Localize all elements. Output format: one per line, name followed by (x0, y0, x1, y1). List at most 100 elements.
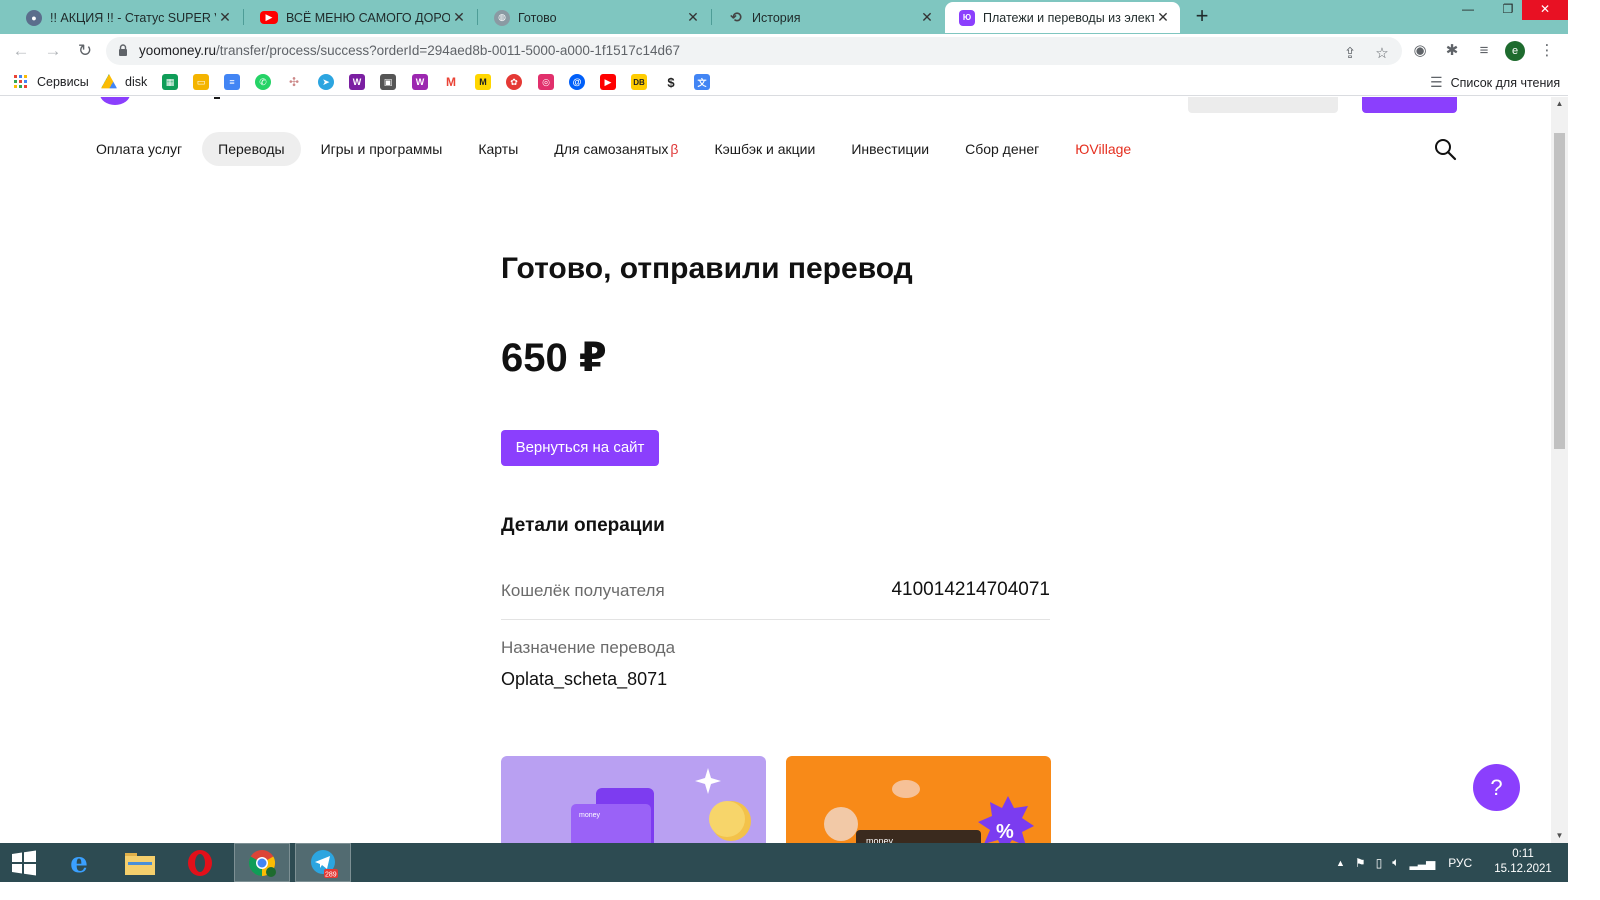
close-tab-icon[interactable]: ✕ (450, 9, 468, 26)
page-scrollbar[interactable]: ▲ ▼ (1551, 97, 1568, 843)
bookmark-red[interactable]: ✿ (506, 74, 522, 90)
tab-title: !! АКЦИЯ !! - Статус SUPER VIP с (50, 10, 216, 25)
media-control-icon[interactable]: ≡ (1474, 41, 1494, 61)
browser-tab[interactable]: ◍ Готово ✕ (480, 2, 710, 33)
search-icon[interactable] (1433, 137, 1457, 161)
back-arrow-icon[interactable]: ← (10, 40, 32, 62)
file-explorer-app[interactable] (116, 843, 164, 882)
bookmark-translate[interactable]: 文 (694, 74, 710, 90)
browser-tab[interactable]: ⟲ История ✕ (714, 2, 944, 33)
volume-icon[interactable]: 🔈︎ (1392, 855, 1399, 870)
show-hidden-icons-icon[interactable]: ▲ (1336, 858, 1345, 868)
url-path: /transfer/process/success?orderId=294aed… (216, 43, 680, 58)
nav-item-yuvillage[interactable]: ЮVillage (1059, 132, 1147, 166)
bookmark-wildberries[interactable]: W (349, 74, 365, 90)
nav-item-games[interactable]: Игры и программы (305, 132, 459, 166)
bookmark-youtube[interactable]: ▶ (600, 74, 616, 90)
back-to-site-button[interactable]: Вернуться на сайт (501, 430, 659, 466)
nav-item-transfers[interactable]: Переводы (202, 132, 301, 166)
beta-badge: β (670, 141, 679, 157)
scroll-down-icon[interactable]: ▼ (1551, 829, 1568, 843)
nav-item-fundraising[interactable]: Сбор денег (949, 132, 1055, 166)
bookmark-dollar[interactable]: $ (663, 74, 679, 90)
promo-brand-text: money (866, 836, 894, 843)
chrome-app[interactable] (234, 843, 290, 882)
nav-item-self-employed[interactable]: Для самозанятых β (538, 132, 694, 166)
bookmark-instagram[interactable]: ◎ (538, 74, 554, 90)
reload-icon[interactable]: ↻ (74, 40, 96, 62)
scroll-up-icon[interactable]: ▲ (1551, 97, 1568, 111)
internet-explorer-app[interactable]: e (56, 843, 102, 882)
clock-date: 15.12.2021 (1494, 863, 1552, 875)
yoomoney-favicon-icon: Ю (959, 9, 975, 26)
close-tab-icon[interactable]: ✕ (684, 9, 702, 26)
instagram-icon: ◎ (538, 74, 554, 90)
url-text: yoomoney.ru/transfer/process/success?ord… (139, 43, 680, 58)
browser-menu-icon[interactable]: ⋮ (1537, 41, 1557, 61)
profile-avatar[interactable]: e (1505, 41, 1525, 61)
share-icon[interactable]: ⇪ (1340, 44, 1360, 64)
taskbar-clock[interactable]: 0:11 15.12.2021 (1490, 847, 1556, 877)
apps-grid-icon (14, 75, 27, 88)
reading-list-button[interactable]: ☰ Список для чтения (1430, 74, 1560, 91)
scrollbar-thumb[interactable] (1554, 133, 1565, 449)
header-secondary-button[interactable] (1188, 97, 1338, 113)
extension-icon[interactable]: ◉ (1410, 41, 1430, 61)
bookmark-mail[interactable]: @ (569, 74, 585, 90)
promo-card-wallet[interactable]: money (501, 756, 766, 843)
minimize-window-icon[interactable]: — (1448, 0, 1488, 20)
input-language[interactable]: РУС (1448, 856, 1472, 870)
bookmark-db[interactable]: DB (631, 74, 647, 90)
m-brand-icon: M (475, 74, 491, 90)
battery-icon[interactable]: ▯ (1376, 856, 1383, 870)
extensions-puzzle-icon[interactable]: ✱ (1442, 41, 1462, 61)
opera-app[interactable] (176, 843, 224, 882)
tab-title: ВСЁ МЕНЮ САМОГО ДОРОГОГО (286, 10, 450, 25)
promo-brand-text: money (579, 812, 601, 819)
bookmark-bookmark[interactable]: ✣ (286, 74, 302, 90)
browser-tab[interactable]: ● !! АКЦИЯ !! - Статус SUPER VIP с ✕ (12, 2, 242, 33)
new-tab-icon[interactable]: + (1190, 5, 1214, 29)
close-tab-icon[interactable]: ✕ (1154, 9, 1172, 26)
internet-explorer-icon: e (70, 846, 88, 879)
close-window-icon[interactable]: ✕ (1522, 0, 1568, 20)
windows-taskbar: e 289 ▲ ⚑ ▯ 🔈︎ ▂▃▅ РУС 0:11 15.12.2021 (0, 843, 1568, 882)
bookmark-disk[interactable]: disk (101, 74, 147, 90)
bookmark-star-icon[interactable]: ☆ (1372, 44, 1392, 64)
bookmark-app[interactable]: ▣ (380, 74, 396, 90)
page-content: Оплата услуг Переводы Игры и программы К… (0, 97, 1551, 843)
bookmark-sheets[interactable]: ▦ (162, 74, 178, 90)
telegram-app[interactable]: 289 (295, 843, 351, 882)
start-button[interactable] (4, 843, 44, 882)
nav-item-cards[interactable]: Карты (462, 132, 534, 166)
promo-illustration: money % (824, 780, 1034, 843)
bookmark-telegram[interactable]: ➤ (318, 74, 334, 90)
bookmark-m[interactable]: M (475, 74, 491, 90)
brand-icon: ✿ (506, 74, 522, 90)
bookmark-slides[interactable]: ▭ (193, 74, 209, 90)
address-bar[interactable]: yoomoney.ru/transfer/process/success?ord… (106, 37, 1402, 65)
yoomoney-logo[interactable] (100, 97, 130, 105)
close-tab-icon[interactable]: ✕ (918, 9, 936, 26)
bookmark-services[interactable]: Сервисы (14, 74, 89, 90)
browser-tab[interactable]: ▶ ВСЁ МЕНЮ САМОГО ДОРОГОГО ✕ (246, 2, 476, 33)
nav-item-cashback[interactable]: Кэшбэк и акции (698, 132, 831, 166)
bookmark-wildberries-2[interactable]: W (412, 74, 428, 90)
bookmark-whatsapp[interactable]: ✆ (255, 74, 271, 90)
promo-card-cashback[interactable]: money % (786, 756, 1051, 843)
nav-item-payments[interactable]: Оплата услуг (80, 132, 198, 166)
close-tab-icon[interactable]: ✕ (216, 9, 234, 26)
browser-toolbar: ← → ↻ yoomoney.ru/transfer/process/succe… (0, 34, 1568, 68)
browser-tab-active[interactable]: Ю Платежи и переводы из электр ✕ (945, 2, 1180, 33)
bookmark-gmail[interactable]: M (443, 74, 459, 90)
clock-time: 0:11 (1512, 848, 1534, 860)
nav-item-investments[interactable]: Инвестиции (835, 132, 945, 166)
tab-title: Готово (518, 10, 557, 25)
help-button[interactable]: ? (1473, 764, 1520, 811)
forward-arrow-icon[interactable]: → (42, 40, 64, 62)
youtube-icon: ▶ (600, 74, 616, 90)
wifi-signal-icon[interactable]: ▂▃▅ (1410, 856, 1436, 870)
network-flag-icon[interactable]: ⚑ (1355, 856, 1366, 870)
bookmark-docs[interactable]: ≡ (224, 74, 240, 90)
header-primary-button[interactable] (1362, 97, 1457, 113)
